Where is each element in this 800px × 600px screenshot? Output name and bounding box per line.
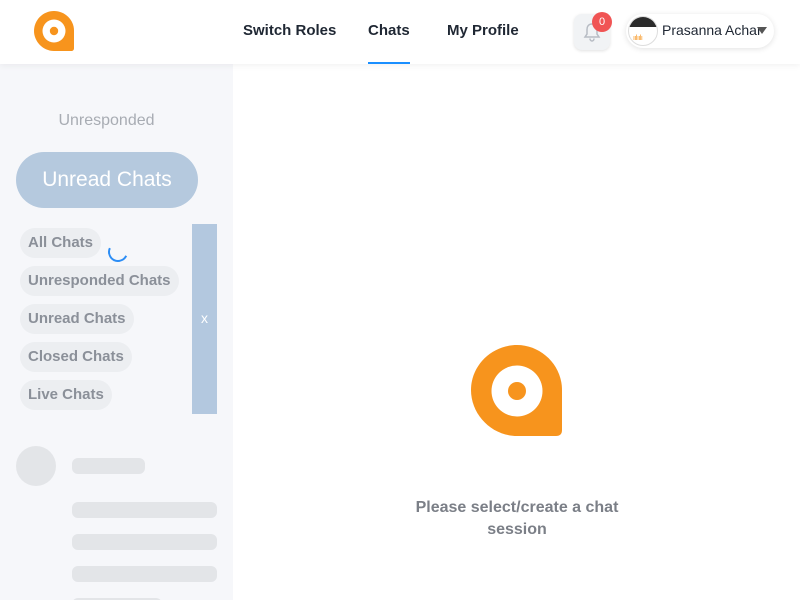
section-label: Unresponded (58, 112, 155, 129)
filter-closed-chats[interactable]: Closed Chats (20, 342, 132, 372)
skeleton-line (72, 502, 217, 518)
filter-all-chats[interactable]: All Chats (20, 228, 102, 258)
nav-chats[interactable]: Chats (368, 0, 410, 64)
empty-state-message: Please select/create a chat session (415, 499, 619, 538)
notifications-button[interactable]: 0 (574, 12, 612, 50)
chevron-down-icon[interactable] (757, 27, 767, 34)
top-header: Switch Roles Chats My Profile 0 ıılıılı … (0, 0, 800, 64)
unread-chats-button[interactable]: Unread Chats (16, 152, 198, 208)
loading-spinner-icon (105, 239, 131, 265)
filter-unresponded-chats[interactable]: Unresponded Chats (20, 266, 179, 296)
user-menu[interactable]: ıılıılı Prasanna Achar (626, 14, 774, 48)
app-logo-icon[interactable] (33, 10, 75, 52)
avatar: ıılıılı (628, 16, 658, 46)
skeleton-avatar (16, 446, 56, 486)
nav-my-profile[interactable]: My Profile (447, 0, 519, 64)
user-name: Prasanna Achar (662, 22, 762, 38)
skeleton-line (72, 534, 217, 550)
empty-state-logo-icon (471, 345, 562, 436)
skeleton-line (72, 458, 145, 474)
nav-switch-roles[interactable]: Switch Roles (243, 0, 336, 64)
chat-sidebar: Unresponded Unread Chats All Chats Unres… (0, 64, 233, 600)
close-filter-panel-button[interactable]: x (192, 224, 217, 414)
filter-live-chats[interactable]: Live Chats (20, 380, 112, 410)
skeleton-line (72, 566, 217, 582)
filter-unread-chats[interactable]: Unread Chats (20, 304, 134, 334)
notification-count-badge: 0 (592, 12, 612, 32)
